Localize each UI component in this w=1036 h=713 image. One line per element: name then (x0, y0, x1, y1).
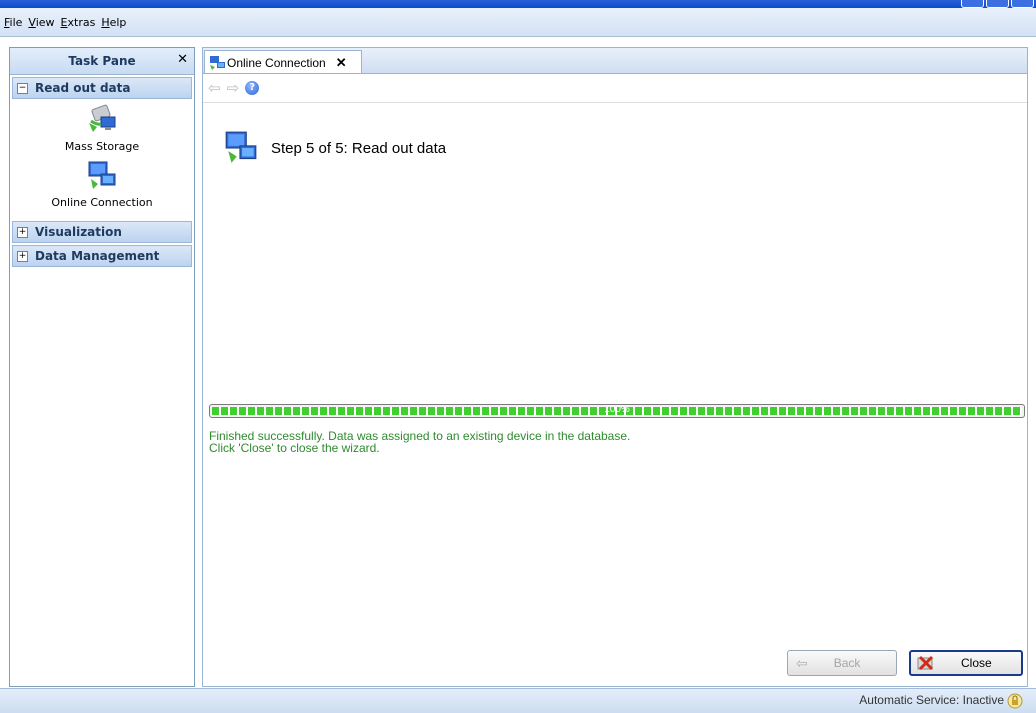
group-visualization[interactable]: + Visualization (12, 221, 192, 243)
task-pane-header: Task Pane ✕ (10, 48, 194, 75)
online-connection-icon (225, 131, 257, 163)
status-message: Finished successfully. Data was assigned… (209, 430, 630, 454)
back-button[interactable]: ⇦ Back (787, 650, 897, 676)
group-label: Visualization (35, 225, 122, 239)
menu-bar: File View Extras Help (0, 8, 1036, 37)
progress-bar: 100% (209, 404, 1025, 418)
service-lock-icon[interactable] (1006, 692, 1024, 710)
mass-storage-icon (89, 104, 116, 132)
progress-label: 100% (604, 404, 630, 415)
nav-back-icon[interactable]: ⇦ (208, 79, 221, 97)
automatic-service-status: Automatic Service: Inactive (859, 693, 1004, 707)
close-x-icon (917, 655, 934, 671)
group-read-out-data[interactable]: − Read out data (12, 77, 192, 99)
close-button-label: Close (961, 656, 992, 670)
status-bar: Automatic Service: Inactive (0, 688, 1036, 713)
tab-strip: Online Connection ✕ (202, 47, 1028, 74)
tab-label: Online Connection (227, 55, 326, 70)
step-header: Step 5 of 5: Read out data (223, 130, 446, 166)
close-button[interactable]: Close (909, 650, 1023, 676)
group-items-read-out-data: Mass Storage Online Connection (10, 99, 194, 219)
nav-forward-icon[interactable]: ⇨ (227, 79, 240, 97)
status-line-2: Click 'Close' to close the wizard. (209, 441, 380, 455)
window-close-button[interactable] (1011, 0, 1034, 8)
step-title: Step 5 of 5: Read out data (271, 139, 447, 157)
back-arrow-icon: ⇦ (796, 654, 808, 671)
window-titlebar (0, 0, 1036, 8)
menu-file[interactable]: File (4, 16, 26, 29)
wizard-panel: ⇦ ⇨ ? Step 5 of 5: Read out data 100% Fi… (202, 73, 1028, 687)
navigation-bar: ⇦ ⇨ ? (203, 74, 1027, 103)
minimize-button[interactable] (961, 0, 984, 8)
task-item-online-connection[interactable]: Online Connection (10, 159, 194, 209)
window-controls[interactable] (961, 0, 1034, 8)
task-pane-close-icon[interactable]: ✕ (177, 52, 188, 67)
online-connection-icon (88, 161, 116, 189)
task-item-label: Mass Storage (64, 140, 140, 153)
help-icon[interactable]: ? (245, 81, 260, 95)
group-label: Read out data (35, 81, 131, 95)
task-pane-title: Task Pane (68, 54, 136, 68)
group-data-management[interactable]: + Data Management (12, 245, 192, 267)
menu-help[interactable]: Help (101, 16, 130, 29)
maximize-button[interactable] (986, 0, 1009, 8)
menu-view[interactable]: View (28, 16, 58, 29)
collapse-icon[interactable]: − (17, 82, 28, 94)
menu-extras[interactable]: Extras (61, 16, 100, 29)
task-item-mass-storage[interactable]: Mass Storage (10, 103, 194, 153)
tab-online-connection[interactable]: Online Connection ✕ (204, 50, 362, 74)
expand-icon[interactable]: + (17, 226, 28, 238)
tab-close-icon[interactable]: ✕ (336, 55, 347, 71)
task-item-label: Online Connection (51, 196, 153, 209)
back-button-label: Back (833, 656, 861, 670)
task-pane: Task Pane ✕ − Read out data Mass Storage (9, 47, 195, 687)
group-label: Data Management (35, 249, 160, 263)
online-connection-icon (210, 55, 225, 70)
expand-icon[interactable]: + (17, 250, 28, 262)
